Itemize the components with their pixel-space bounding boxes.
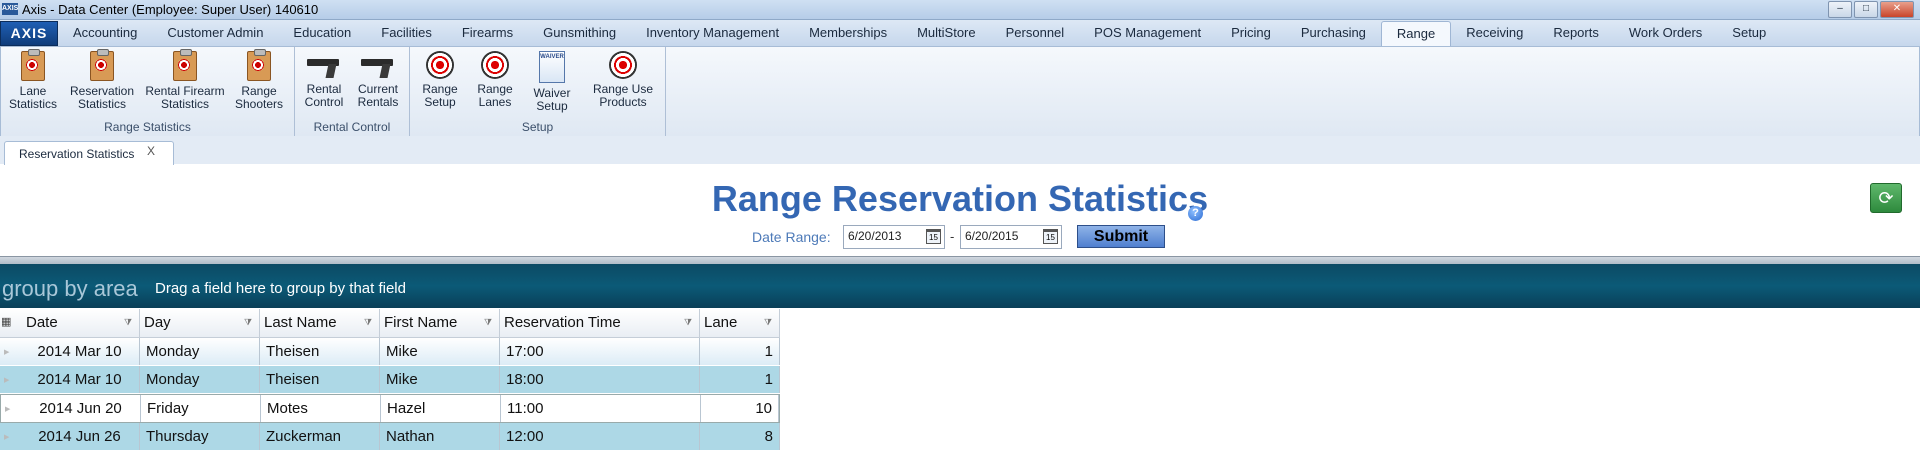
end-date-input[interactable]	[961, 226, 1035, 246]
column-header-date[interactable]: Date ⧩	[22, 309, 140, 337]
calendar-icon[interactable]: 15	[926, 229, 941, 244]
target-icon	[481, 51, 509, 79]
tab-receiving[interactable]: Receiving	[1451, 20, 1538, 46]
filter-icon[interactable]: ⧩	[244, 318, 253, 327]
calendar-icon[interactable]: 15	[1043, 229, 1058, 244]
column-header-first-name[interactable]: First Name ⧩	[380, 309, 500, 337]
row-indicator-icon: ▶	[4, 434, 10, 441]
range-use-products-button[interactable]: Range Use Products	[590, 51, 656, 109]
date-range-label: Date Range:	[752, 229, 831, 245]
tab-accounting[interactable]: Accounting	[58, 20, 152, 46]
pistol-icon	[361, 57, 395, 79]
menu-tabs: Accounting Customer Admin Education Faci…	[58, 20, 1781, 46]
submit-button[interactable]: Submit	[1077, 225, 1165, 248]
page-title: Range Reservation Statistics	[711, 178, 1209, 219]
range-lanes-button[interactable]: Range Lanes	[475, 51, 515, 109]
ribbon-group-label: Range Statistics	[104, 120, 191, 134]
tab-multistore[interactable]: MultiStore	[902, 20, 991, 46]
doc-tab-reservation-statistics[interactable]: Reservation Statistics X	[4, 141, 174, 165]
current-rentals-button[interactable]: Current Rentals	[353, 51, 403, 109]
range-shooters-button[interactable]: Range Shooters	[232, 49, 286, 111]
start-date-input[interactable]	[844, 226, 918, 246]
tab-customer-admin[interactable]: Customer Admin	[152, 20, 278, 46]
date-separator: -	[950, 229, 955, 244]
column-chooser-icon[interactable]: ▦	[1, 315, 15, 329]
tab-range[interactable]: Range	[1380, 21, 1452, 46]
group-by-area[interactable]: group by area Drag a field here to group…	[0, 264, 1920, 308]
reservations-grid: ▦ Date ⧩ Day ⧩ Last Name ⧩ First Name ⧩ Rese…	[0, 309, 780, 451]
waiver-setup-button[interactable]: WAIVER Waiver Setup	[530, 51, 574, 113]
group-by-hint: Drag a field here to group by that field	[155, 280, 406, 297]
ribbon-group-label: Rental Control	[313, 120, 391, 134]
table-row[interactable]: ▶ 2014 Jun 26 Thursday Zuckerman Nathan …	[0, 423, 780, 451]
main-menu-bar: AXIS Accounting Customer Admin Education…	[0, 20, 1920, 46]
row-indicator-icon: ▶	[5, 406, 11, 413]
grid-header-row: ▦ Date ⧩ Day ⧩ Last Name ⧩ First Name ⧩ Rese…	[0, 309, 780, 338]
filter-icon[interactable]: ⧩	[364, 318, 373, 327]
table-row[interactable]: ▶ 2014 Mar 10 Monday Theisen Mike 18:00 …	[0, 366, 780, 394]
tab-pos-management[interactable]: POS Management	[1079, 20, 1216, 46]
tab-inventory-management[interactable]: Inventory Management	[631, 20, 794, 46]
group-by-title: group by area	[2, 276, 138, 301]
table-row[interactable]: ▶ 2014 Mar 10 Monday Theisen Mike 17:00 …	[0, 338, 780, 366]
tab-pricing[interactable]: Pricing	[1216, 20, 1286, 46]
rental-firearm-statistics-button[interactable]: Rental Firearm Statistics	[143, 49, 227, 111]
filter-icon[interactable]: ⧩	[484, 318, 493, 327]
tab-education[interactable]: Education	[278, 20, 366, 46]
ribbon: Lane Statistics Reservation Statistics R…	[0, 46, 1920, 137]
column-header-lane[interactable]: Lane ⧩	[700, 309, 780, 337]
tab-gunsmithing[interactable]: Gunsmithing	[528, 20, 631, 46]
target-icon	[609, 51, 637, 79]
reservation-statistics-button[interactable]: Reservation Statistics	[69, 49, 135, 111]
axis-logo[interactable]: AXIS	[0, 21, 58, 46]
waiver-document-icon: WAIVER	[539, 51, 565, 83]
row-indicator-icon: ▶	[4, 377, 10, 384]
range-setup-button[interactable]: Range Setup	[420, 51, 460, 109]
refresh-icon: ⟳	[1878, 188, 1894, 208]
tab-personnel[interactable]: Personnel	[991, 20, 1080, 46]
column-header-day[interactable]: Day ⧩	[140, 309, 260, 337]
clipboard-gun-icon	[173, 49, 197, 81]
filter-icon[interactable]: ⧩	[764, 318, 773, 327]
help-icon[interactable]: ?	[1188, 206, 1203, 221]
filter-icon[interactable]: ⧩	[684, 318, 693, 327]
page-title-wrap: Range Reservation Statistics	[0, 178, 1920, 220]
tab-firearms[interactable]: Firearms	[447, 20, 528, 46]
clipboard-shooter-icon	[247, 49, 271, 81]
doc-tab-close-icon[interactable]: X	[147, 144, 155, 158]
lane-statistics-button[interactable]: Lane Statistics	[7, 49, 59, 111]
end-date-picker[interactable]: 15	[960, 225, 1062, 249]
document-tab-strip: Reservation Statistics X	[0, 136, 1920, 165]
maximize-button[interactable]: □	[1854, 1, 1878, 18]
app-logo-icon: AXIS	[2, 3, 18, 15]
row-indicator-icon: ▶	[4, 349, 10, 356]
window-title-bar: AXIS Axis - Data Center (Employee: Super…	[0, 0, 1920, 20]
ribbon-group-label: Setup	[521, 120, 554, 134]
column-header-reservation-time[interactable]: Reservation Time ⧩	[500, 309, 700, 337]
tab-facilities[interactable]: Facilities	[366, 20, 447, 46]
tab-work-orders[interactable]: Work Orders	[1614, 20, 1717, 46]
pistol-icon	[307, 57, 341, 79]
target-icon	[426, 51, 454, 79]
table-row[interactable]: ▶ 2014 Jun 20 Friday Motes Hazel 11:00 1…	[0, 394, 780, 423]
ribbon-group-setup: Range Setup Range Lanes WAIVER Waiver Se…	[410, 47, 666, 136]
tab-memberships[interactable]: Memberships	[794, 20, 902, 46]
close-window-button[interactable]: ✕	[1880, 1, 1914, 18]
tab-setup[interactable]: Setup	[1717, 20, 1781, 46]
clipboard-target-icon	[21, 49, 45, 81]
window-title: Axis - Data Center (Employee: Super User…	[22, 2, 319, 17]
minimize-button[interactable]: –	[1828, 1, 1852, 18]
ribbon-group-range-statistics: Lane Statistics Reservation Statistics R…	[1, 47, 295, 136]
column-header-last-name[interactable]: Last Name ⧩	[260, 309, 380, 337]
rental-control-button[interactable]: Rental Control	[301, 51, 347, 109]
filter-icon[interactable]: ⧩	[124, 318, 133, 327]
tab-purchasing[interactable]: Purchasing	[1286, 20, 1381, 46]
refresh-button[interactable]: ⟳	[1870, 183, 1902, 213]
clipboard-target-icon	[90, 49, 114, 81]
tab-reports[interactable]: Reports	[1538, 20, 1614, 46]
start-date-picker[interactable]: 15	[843, 225, 945, 249]
ribbon-group-rental-control: Rental Control Current Rentals Rental Co…	[295, 47, 410, 136]
doc-tab-label: Reservation Statistics	[19, 147, 135, 161]
